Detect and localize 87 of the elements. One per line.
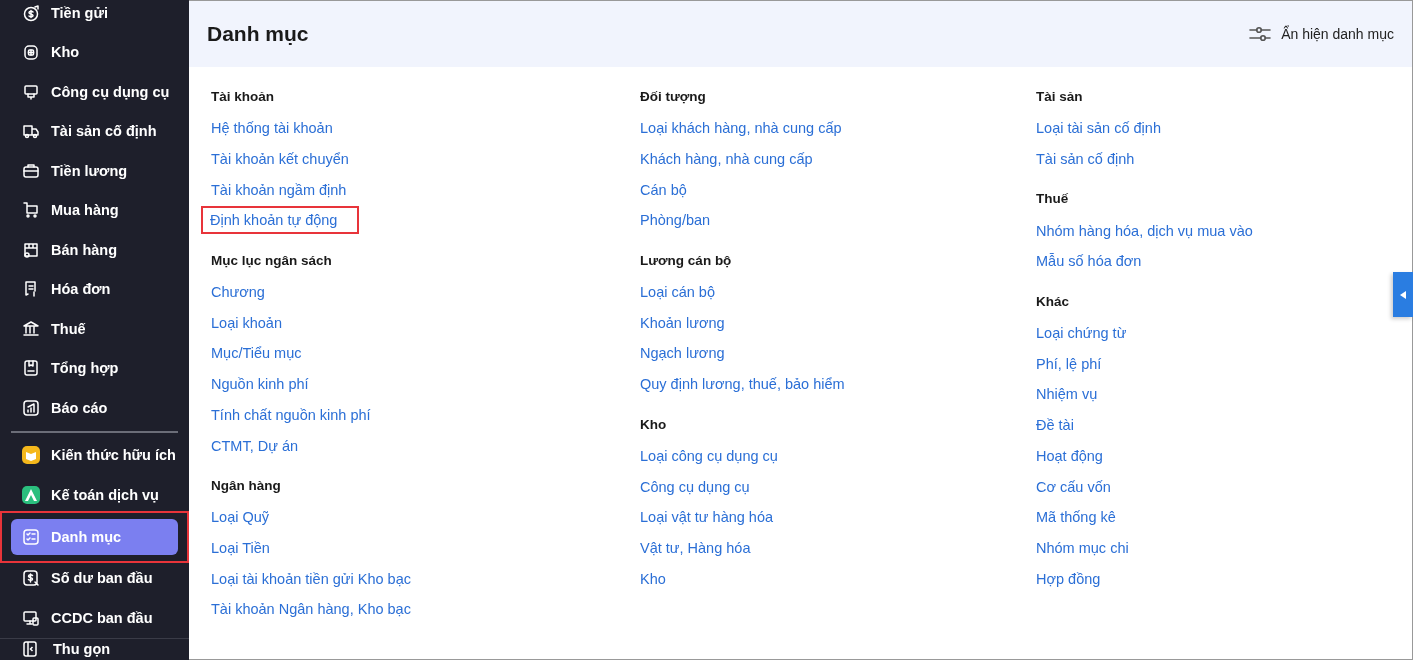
category-link[interactable]: Công cụ dụng cụ — [638, 472, 752, 501]
category-link[interactable]: Loại khoản — [209, 308, 284, 337]
category-link[interactable]: Mã thống kê — [1034, 503, 1118, 532]
sidebar-item[interactable]: Bán hàng — [11, 231, 178, 268]
category-link[interactable]: Nhiệm vụ — [1034, 380, 1100, 409]
section-title: Mục lục ngân sách — [211, 252, 333, 270]
category-link[interactable]: Phí, lệ phí — [1034, 349, 1104, 378]
sidebar-item[interactable]: Kiến thức hữu ích — [11, 437, 178, 474]
section-title: Đối tượng — [640, 89, 707, 106]
category-link[interactable]: Chương — [209, 278, 267, 307]
left-arrow-icon — [1400, 290, 1406, 299]
category-link[interactable]: Tài khoản Ngân hàng, Kho bạc — [209, 595, 413, 624]
section-title: Khác — [1036, 293, 1070, 311]
page-title: Danh mục — [207, 22, 309, 46]
category-link[interactable]: Đề tài — [1034, 411, 1076, 440]
dollar-document-icon — [22, 569, 40, 588]
category-link[interactable]: Hệ thống tài khoản — [209, 114, 335, 143]
category-link[interactable]: Khách hàng, nhà cung cấp — [638, 145, 815, 174]
category-link[interactable]: Phòng/ban — [638, 206, 713, 235]
category-link[interactable]: Loại cán bộ — [638, 278, 717, 307]
sidebar-item[interactable]: Thuế — [11, 310, 178, 347]
sidebar-item[interactable]: Tiền lương — [11, 152, 178, 189]
category-link[interactable]: Loại khách hàng, nhà cung cấp — [638, 114, 844, 143]
section-title: Tài sản — [1036, 89, 1084, 106]
category-link[interactable]: Nhóm hàng hóa, dịch vụ mua vào — [1034, 216, 1255, 245]
category-link[interactable]: Nhóm mục chi — [1034, 533, 1131, 562]
expand-panel-tab[interactable] — [1393, 272, 1413, 317]
sidebar-item[interactable]: Tiền gửi — [11, 0, 178, 31]
category-link[interactable]: Tài khoản ngầm định — [209, 175, 349, 204]
bank-icon — [22, 319, 40, 338]
sidebar-item[interactable]: CCDC ban đầu — [11, 599, 178, 636]
box-icon — [22, 43, 40, 62]
category-link[interactable]: Định khoản tự động — [201, 206, 360, 235]
devices-icon — [22, 608, 40, 627]
category-link[interactable]: Ngạch lương — [638, 339, 727, 368]
section-title: Tài khoản — [211, 89, 275, 106]
category-link[interactable]: Loại vật tư hàng hóa — [638, 503, 776, 532]
collapse-icon — [21, 640, 39, 659]
category-link[interactable]: Hoạt động — [1034, 441, 1105, 470]
category-link[interactable]: Loại công cụ dụng cụ — [638, 441, 780, 470]
briefcase-icon — [22, 161, 40, 180]
category-link[interactable]: Nguồn kinh phí — [209, 370, 311, 399]
category-link[interactable]: Kho — [638, 564, 668, 593]
category-link[interactable]: Loại chứng từ — [1034, 319, 1129, 348]
category-link[interactable]: CTMT, Dự án — [209, 431, 301, 460]
category-link[interactable]: Loại Tiền — [209, 533, 272, 562]
sidebar-item[interactable]: Kế toán dịch vụ — [11, 476, 178, 513]
category-link[interactable]: Vật tư, Hàng hóa — [638, 533, 753, 562]
category-link[interactable]: Cán bộ — [638, 175, 689, 204]
section-title: Lương cán bộ — [640, 252, 733, 270]
cart-icon — [22, 201, 40, 220]
triangle-logo-icon — [22, 485, 40, 504]
section-title: Thuế — [1036, 191, 1070, 209]
list-icon — [22, 527, 40, 546]
section-title: Kho — [640, 416, 668, 434]
category-link[interactable]: Quy định lương, thuế, bảo hiểm — [638, 370, 847, 399]
category-link[interactable]: Tài sản cố định — [1034, 145, 1137, 174]
chart-icon — [22, 398, 40, 417]
sidebar-item[interactable]: Mua hàng — [11, 192, 178, 229]
category-link[interactable]: Loại Quỹ — [209, 503, 272, 532]
coin-icon — [22, 3, 40, 22]
category-link[interactable]: Tài khoản kết chuyển — [209, 145, 351, 174]
store-icon — [22, 240, 40, 259]
sidebar-item[interactable]: Báo cáo — [11, 389, 178, 426]
category-link[interactable]: Loại tài sản cố định — [1034, 114, 1163, 143]
sidebar-item[interactable]: Công cụ dụng cụ — [11, 73, 178, 110]
book-icon — [22, 446, 40, 465]
category-link[interactable]: Mẫu số hóa đơn — [1034, 247, 1144, 276]
sidebar-item[interactable]: Kho — [11, 34, 178, 71]
collapse-button[interactable]: Thu gọn — [0, 637, 189, 660]
sliders-icon — [1249, 26, 1272, 42]
category-link[interactable]: Loại tài khoản tiền gửi Kho bạc — [209, 564, 413, 593]
sidebar-item[interactable]: Tổng hợp — [11, 350, 178, 387]
section-title: Ngân hàng — [211, 477, 282, 495]
sidebar-item[interactable]: Hóa đơn — [11, 271, 178, 308]
sidebar-item[interactable]: Danh mục — [11, 518, 178, 555]
truck-icon — [22, 122, 40, 141]
document-icon — [22, 359, 40, 378]
category-link[interactable]: Cơ cấu vốn — [1034, 472, 1113, 501]
sidebar-item[interactable]: Tài sản cố định — [11, 113, 178, 150]
category-link[interactable]: Tính chất nguồn kinh phí — [209, 400, 373, 429]
sidebar-item[interactable]: Số dư ban đầu — [11, 560, 178, 597]
toggle-categories-button[interactable]: Ẩn hiện danh mục — [1249, 26, 1394, 42]
category-link[interactable]: Khoản lương — [638, 308, 727, 337]
tool-icon — [22, 82, 40, 101]
category-link[interactable]: Hợp đồng — [1034, 564, 1103, 593]
category-link[interactable]: Mục/Tiểu mục — [209, 339, 304, 368]
